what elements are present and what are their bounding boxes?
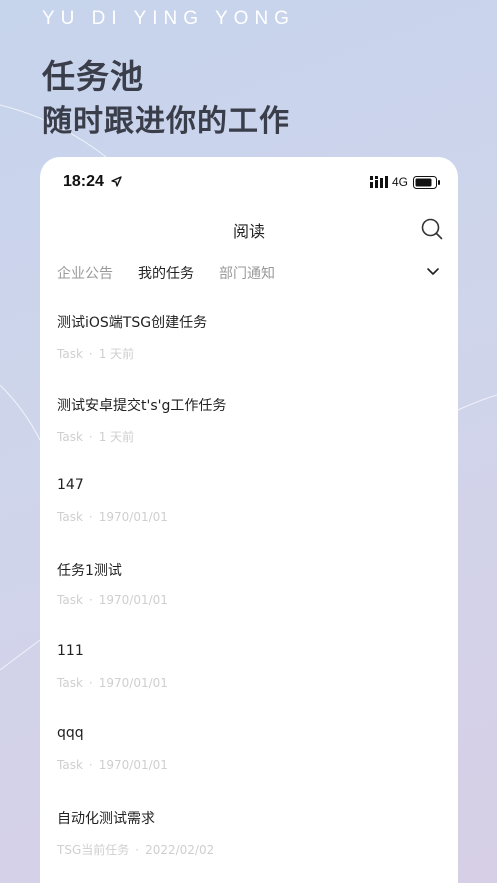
- task-time: 1 天前: [98, 429, 135, 444]
- task-title: 任务1测试: [57, 563, 122, 580]
- task-meta: Task · 1970/01/01: [57, 675, 168, 690]
- location-arrow-icon: [111, 176, 122, 187]
- task-meta: TSG当前任务 · 2022/02/02: [57, 843, 215, 858]
- tab-bar: 企业公告 我的任务 部门通知: [57, 263, 300, 287]
- page-title: 阅读: [232, 222, 265, 241]
- list-item[interactable]: 任务1测试 Task · 1970/01/01: [57, 560, 437, 643]
- task-type: TSG当前任务: [57, 843, 130, 858]
- chevron-down-icon[interactable]: [426, 267, 440, 277]
- task-type: Task: [57, 593, 83, 608]
- task-time: 1970/01/01: [98, 758, 168, 773]
- task-type: Task: [57, 429, 83, 444]
- tab-department-notices[interactable]: 部门通知: [219, 263, 275, 287]
- list-item[interactable]: 自动化测试需求 TSG当前任务 · 2022/02/02: [57, 808, 437, 883]
- search-icon[interactable]: [420, 217, 444, 241]
- task-type: Task: [57, 347, 83, 361]
- task-time: 1970/01/01: [98, 510, 168, 525]
- task-meta: Task · 1970/01/01: [57, 758, 168, 773]
- list-item[interactable]: 147 Task · 1970/01/01: [57, 477, 437, 560]
- task-time: 1 天前: [98, 347, 135, 361]
- status-bar: 18:24 4G: [40, 157, 458, 207]
- list-item[interactable]: qqq Task · 1970/01/01: [57, 725, 437, 808]
- tab-announcements[interactable]: 企业公告: [57, 263, 113, 287]
- task-title: 147: [57, 477, 84, 494]
- task-time: 2022/02/02: [145, 843, 215, 858]
- list-item[interactable]: 测试iOS端TSG创建任务 Task · 1 天前: [57, 312, 437, 395]
- battery-icon: [413, 176, 440, 189]
- task-meta: Task · 1 天前: [57, 347, 135, 361]
- task-type: Task: [57, 510, 83, 525]
- task-meta: Task · 1970/01/01: [57, 593, 168, 608]
- task-list: 测试iOS端TSG创建任务 Task · 1 天前 测试安卓提交t's'g工作任务 …: [57, 312, 437, 883]
- task-meta: Task · 1970/01/01: [57, 510, 168, 525]
- headline-subtitle: 随时跟进你的工作: [42, 104, 290, 139]
- brand-text: YU DI YING YONG: [42, 8, 295, 29]
- list-item[interactable]: 111 Task · 1970/01/01: [57, 643, 437, 726]
- task-time: 1970/01/01: [98, 593, 168, 608]
- task-title: qqq: [57, 725, 84, 742]
- network-type: 4G: [392, 175, 409, 189]
- list-item[interactable]: 测试安卓提交t's'g工作任务 Task · 1 天前: [57, 395, 437, 478]
- signal-strength-icon: [370, 176, 388, 188]
- task-time: 1970/01/01: [98, 675, 168, 690]
- tab-my-tasks[interactable]: 我的任务: [138, 263, 194, 287]
- task-title: 自动化测试需求: [57, 811, 155, 828]
- phone-screen: 18:24 4G 阅读 企业公告 我的任务 部门通知 测试iOS端TSG创建任务…: [40, 157, 458, 883]
- task-meta: Task · 1 天前: [57, 429, 135, 444]
- task-type: Task: [57, 675, 83, 690]
- status-time: 18:24: [63, 173, 104, 190]
- task-type: Task: [57, 758, 83, 773]
- task-title: 测试iOS端TSG创建任务: [57, 315, 208, 331]
- task-title: 测试安卓提交t's'g工作任务: [57, 397, 227, 414]
- headline-title: 任务池: [42, 57, 144, 96]
- task-title: 111: [57, 642, 84, 659]
